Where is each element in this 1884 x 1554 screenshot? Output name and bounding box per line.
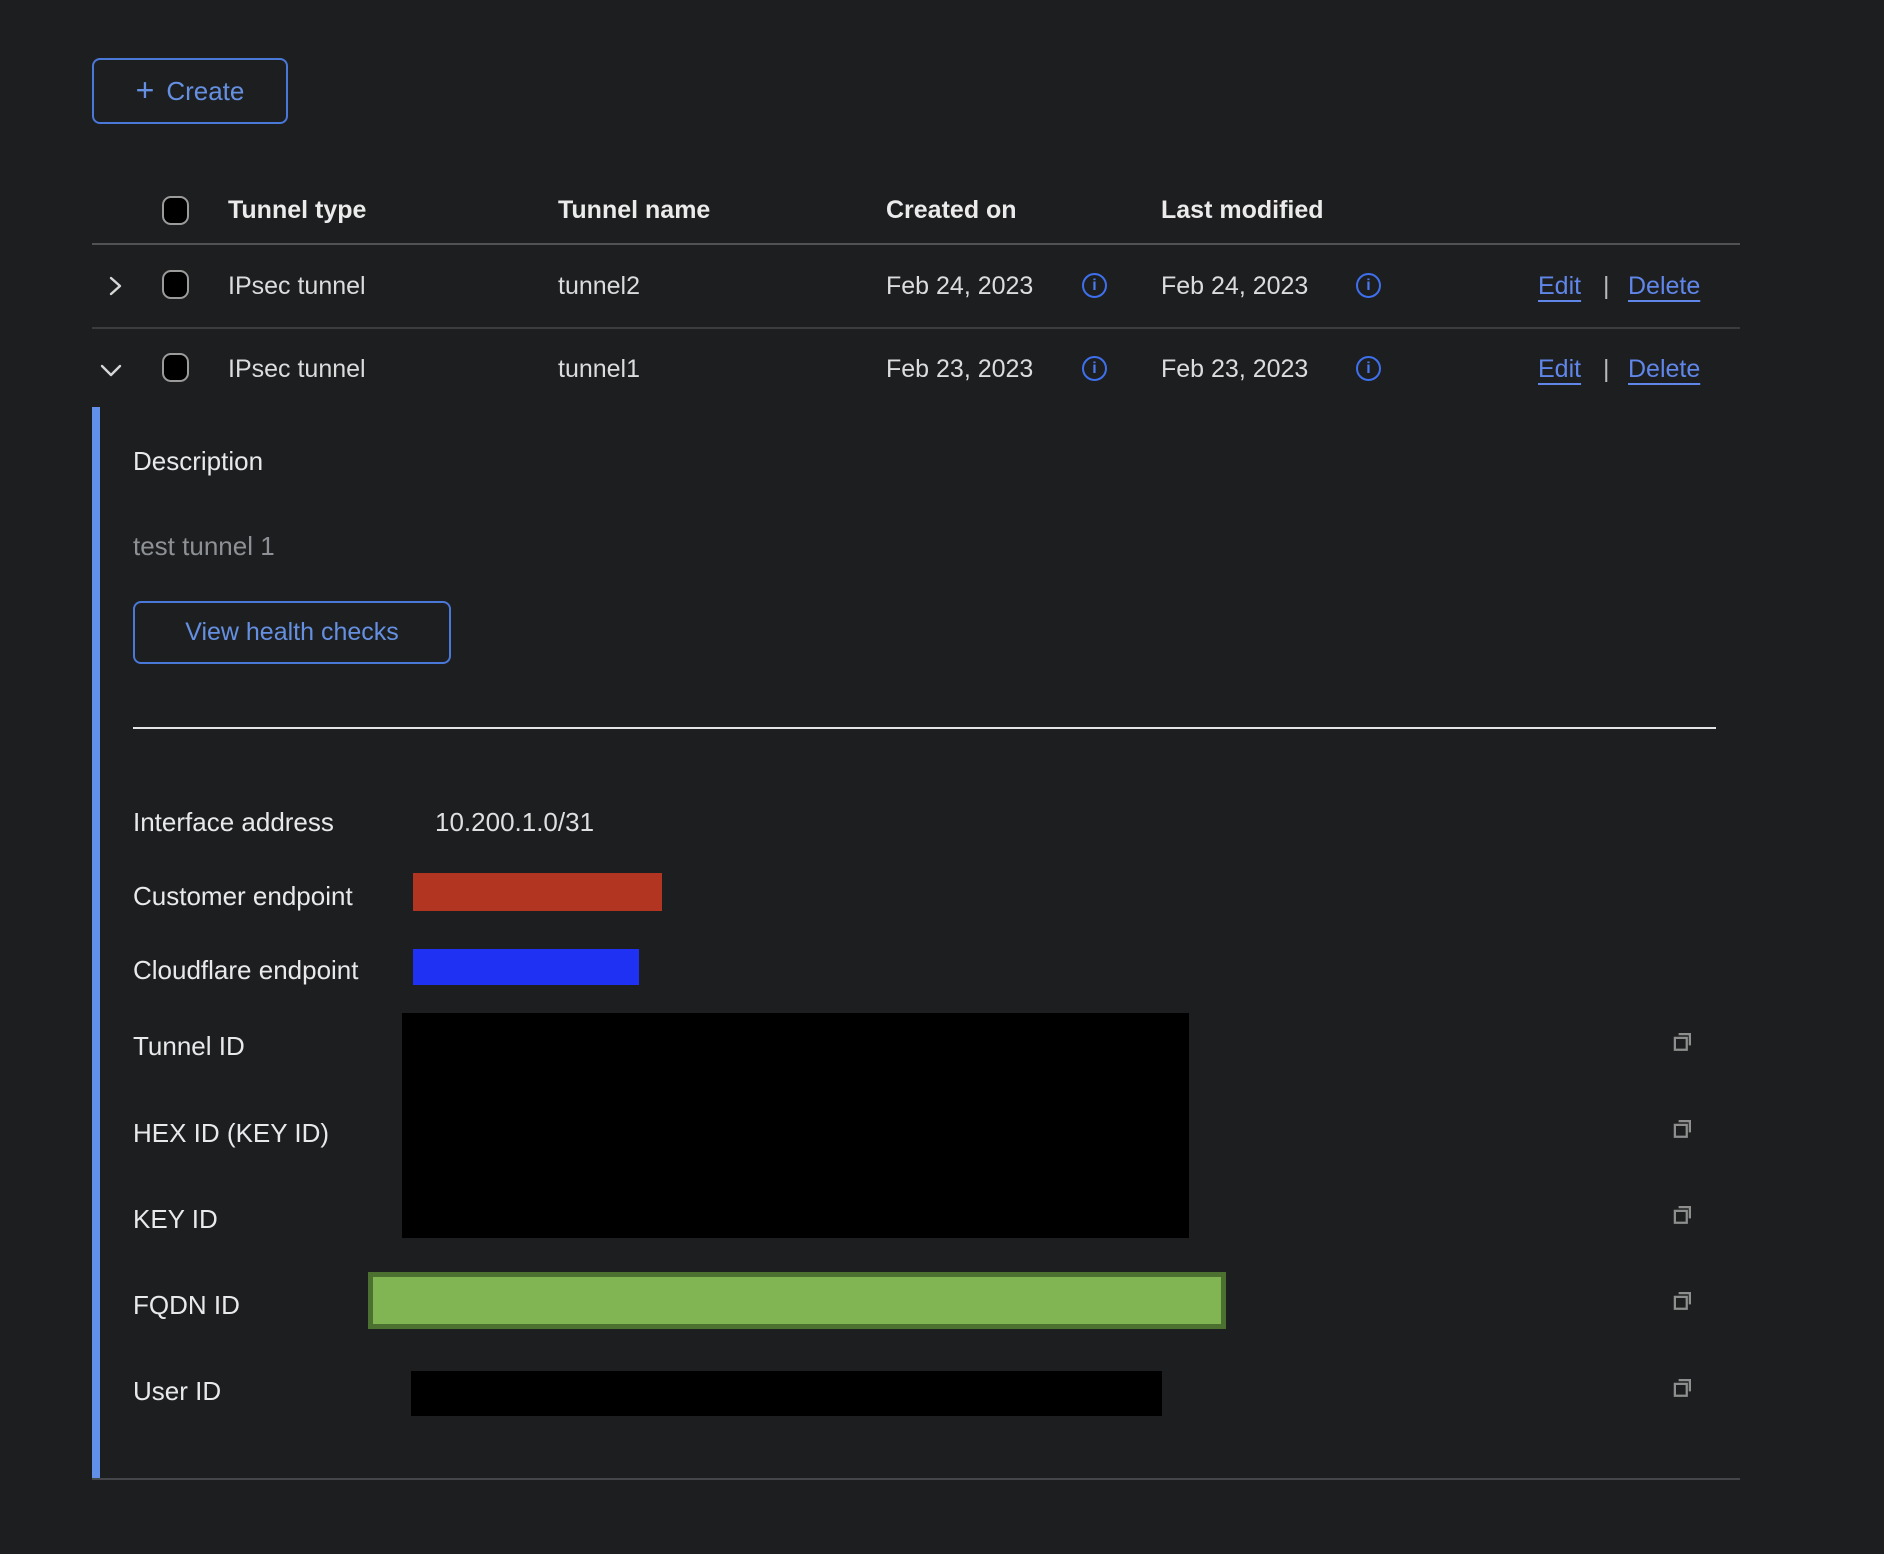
description-label: Description bbox=[133, 445, 263, 477]
delete-link[interactable]: Delete bbox=[1628, 271, 1700, 301]
interface-address-label: Interface address bbox=[133, 806, 334, 838]
cloudflare-endpoint-redaction bbox=[413, 949, 639, 985]
fqdn-id-redaction bbox=[368, 1272, 1226, 1329]
column-header-tunnel-name: Tunnel name bbox=[558, 195, 710, 225]
copy-icon[interactable] bbox=[1668, 1026, 1698, 1056]
created-on-cell: Feb 24, 2023 bbox=[886, 271, 1033, 301]
column-header-created-on: Created on bbox=[886, 195, 1017, 225]
copy-icon[interactable] bbox=[1668, 1113, 1698, 1143]
chevron-right-icon[interactable] bbox=[103, 274, 127, 298]
info-icon[interactable]: i bbox=[1356, 356, 1381, 381]
tunnel-name-cell: tunnel1 bbox=[558, 354, 640, 384]
row-checkbox[interactable] bbox=[162, 353, 189, 382]
expanded-bottom-divider bbox=[92, 1478, 1740, 1480]
tunnel-type-cell: IPsec tunnel bbox=[228, 354, 366, 384]
column-header-tunnel-type: Tunnel type bbox=[228, 195, 366, 225]
create-button-label: Create bbox=[166, 76, 244, 107]
plus-icon: + bbox=[136, 74, 155, 106]
row-checkbox[interactable] bbox=[162, 270, 189, 299]
tunnel-id-redaction bbox=[402, 1013, 1189, 1238]
interface-address-value: 10.200.1.0/31 bbox=[435, 806, 594, 838]
action-separator: | bbox=[1603, 271, 1610, 301]
copy-icon[interactable] bbox=[1668, 1372, 1698, 1402]
customer-endpoint-label: Customer endpoint bbox=[133, 880, 353, 912]
fqdn-id-label: FQDN ID bbox=[133, 1289, 240, 1321]
tunnel-name-cell: tunnel2 bbox=[558, 271, 640, 301]
info-icon[interactable]: i bbox=[1356, 273, 1381, 298]
header-divider bbox=[92, 243, 1740, 245]
section-divider bbox=[133, 727, 1716, 729]
edit-link[interactable]: Edit bbox=[1538, 271, 1581, 301]
info-icon[interactable]: i bbox=[1082, 273, 1107, 298]
tunnel-id-label: Tunnel ID bbox=[133, 1030, 245, 1062]
delete-link[interactable]: Delete bbox=[1628, 354, 1700, 384]
view-health-checks-label: View health checks bbox=[185, 618, 399, 647]
description-value: test tunnel 1 bbox=[133, 530, 275, 562]
cloudflare-endpoint-label: Cloudflare endpoint bbox=[133, 954, 359, 986]
user-id-redaction bbox=[411, 1371, 1162, 1416]
last-modified-cell: Feb 23, 2023 bbox=[1161, 354, 1308, 384]
row-divider bbox=[92, 327, 1740, 329]
edit-link[interactable]: Edit bbox=[1538, 354, 1581, 384]
action-separator: | bbox=[1603, 354, 1610, 384]
expanded-accent-bar bbox=[92, 407, 100, 1479]
copy-icon[interactable] bbox=[1668, 1285, 1698, 1315]
column-header-last-modified: Last modified bbox=[1161, 195, 1324, 225]
info-icon[interactable]: i bbox=[1082, 356, 1107, 381]
hex-id-label: HEX ID (KEY ID) bbox=[133, 1117, 329, 1149]
last-modified-cell: Feb 24, 2023 bbox=[1161, 271, 1308, 301]
select-all-checkbox[interactable] bbox=[162, 196, 189, 225]
tunnels-page: + Create Tunnel type Tunnel name Created… bbox=[0, 0, 1884, 1554]
created-on-cell: Feb 23, 2023 bbox=[886, 354, 1033, 384]
user-id-label: User ID bbox=[133, 1375, 221, 1407]
chevron-down-icon[interactable] bbox=[98, 358, 124, 382]
tunnel-type-cell: IPsec tunnel bbox=[228, 271, 366, 301]
copy-icon[interactable] bbox=[1668, 1199, 1698, 1229]
customer-endpoint-redaction bbox=[413, 873, 662, 911]
view-health-checks-button[interactable]: View health checks bbox=[133, 601, 451, 664]
create-button[interactable]: + Create bbox=[92, 58, 288, 124]
key-id-label: KEY ID bbox=[133, 1203, 218, 1235]
